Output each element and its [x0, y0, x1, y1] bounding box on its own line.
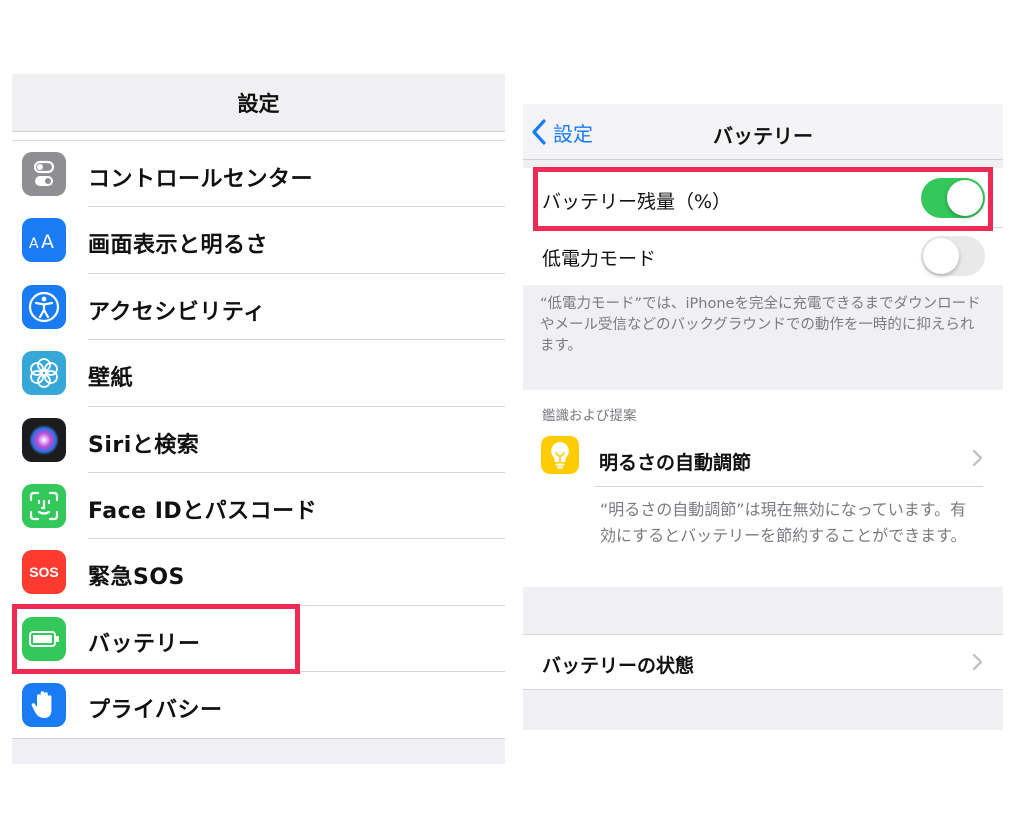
- settings-item-control-center[interactable]: コントロールセンター: [12, 141, 505, 208]
- settings-title: 設定: [237, 92, 280, 116]
- insights-header: 鑑識および提案: [542, 408, 637, 424]
- wallpaper-icon: [22, 351, 66, 396]
- settings-item-label: バッテリー: [88, 631, 201, 657]
- settings-item-display-brightness[interactable]: A A 画面表示と明るさ: [12, 207, 505, 274]
- settings-item-siri-search[interactable]: Siriと検索: [12, 407, 505, 473]
- display-brightness-icon: A A: [22, 218, 66, 263]
- siri-icon: [22, 417, 66, 462]
- settings-item-label: 緊急SOS: [88, 565, 185, 591]
- settings-item-privacy[interactable]: プライバシー: [12, 672, 505, 739]
- settings-nav-bar: 設定: [12, 74, 505, 132]
- settings-item-label: アクセシビリティ: [88, 299, 266, 325]
- row-divider: [595, 486, 983, 487]
- battery-icon: [22, 616, 66, 661]
- battery-health-label: バッテリーの状態: [542, 655, 695, 677]
- battery-toggle-group: バッテリー残量（%） 低電力モード: [523, 168, 1003, 285]
- settings-item-emergency-sos[interactable]: SOS 緊急SOS: [12, 539, 505, 606]
- toggle-knob: [947, 180, 983, 216]
- settings-item-battery[interactable]: バッテリー: [12, 606, 505, 673]
- low-power-mode-toggle[interactable]: [921, 236, 985, 276]
- lightbulb-icon: [541, 436, 579, 474]
- settings-item-label: コントロールセンター: [88, 167, 314, 192]
- battery-panel: 設定 バッテリー バッテリー残量（%） 低電力モード “低電力モード”では、iP…: [523, 104, 1003, 730]
- low-power-mode-label: 低電力モード: [542, 248, 657, 270]
- battery-percentage-label: バッテリー残量（%）: [542, 191, 732, 213]
- privacy-hand-icon: [22, 683, 66, 728]
- settings-list: コントロールセンター A A 画面表示と明るさ アクセシビリティ 壁紙 Siri…: [12, 141, 505, 739]
- chevron-right-icon: [972, 449, 983, 467]
- svg-text:A: A: [41, 231, 54, 253]
- accessibility-icon: [22, 284, 66, 329]
- battery-nav-bar: 設定 バッテリー: [523, 104, 1003, 160]
- face-id-icon: [22, 483, 66, 528]
- auto-brightness-cell[interactable]: 明るさの自動調節: [523, 430, 1003, 487]
- settings-item-label: 壁紙: [88, 366, 134, 392]
- battery-title: バッテリー: [713, 124, 813, 148]
- battery-percentage-cell: バッテリー残量（%）: [523, 168, 1003, 228]
- battery-percentage-toggle[interactable]: [921, 178, 985, 218]
- settings-item-label: Face IDとパスコード: [88, 498, 318, 524]
- settings-footer-gap: [12, 739, 505, 764]
- settings-item-wallpaper[interactable]: 壁紙: [12, 340, 505, 407]
- battery-top-gap: [523, 160, 1003, 168]
- chevron-right-icon: [972, 653, 983, 671]
- control-center-icon: [22, 152, 66, 196]
- sos-icon: SOS: [22, 550, 66, 595]
- low-power-footnote: “低電力モード”では、iPhoneを完全に充電できるまでダウンロードやメール受信…: [540, 296, 981, 354]
- auto-brightness-label: 明るさの自動調節: [599, 452, 752, 474]
- settings-item-label: プライバシー: [88, 698, 223, 724]
- settings-panel: 設定 コントロールセンター A A 画面表示と明るさ アクセシビリティ 壁紙 S…: [12, 74, 505, 764]
- sos-icon-text: SOS: [29, 564, 59, 581]
- insights-section: 鑑識および提案 明るさの自動調節 “明るさの自動調節”は現在無効になっています。…: [523, 390, 1003, 587]
- auto-brightness-note: “明るさの自動調節”は現在無効になっています。有効にするとバッテリーを節約するこ…: [600, 500, 967, 545]
- svg-text:A: A: [29, 236, 39, 252]
- toggle-knob: [923, 238, 959, 274]
- settings-item-accessibility[interactable]: アクセシビリティ: [12, 274, 505, 341]
- settings-item-label: 画面表示と明るさ: [88, 233, 269, 259]
- settings-top-gap: [12, 132, 505, 141]
- low-power-mode-cell: 低電力モード: [523, 228, 1003, 285]
- battery-health-group: バッテリーの状態: [523, 634, 1003, 690]
- settings-item-label: Siriと検索: [88, 432, 200, 458]
- settings-item-face-id-passcode[interactable]: Face IDとパスコード: [12, 473, 505, 540]
- battery-health-cell[interactable]: バッテリーの状態: [523, 635, 1003, 691]
